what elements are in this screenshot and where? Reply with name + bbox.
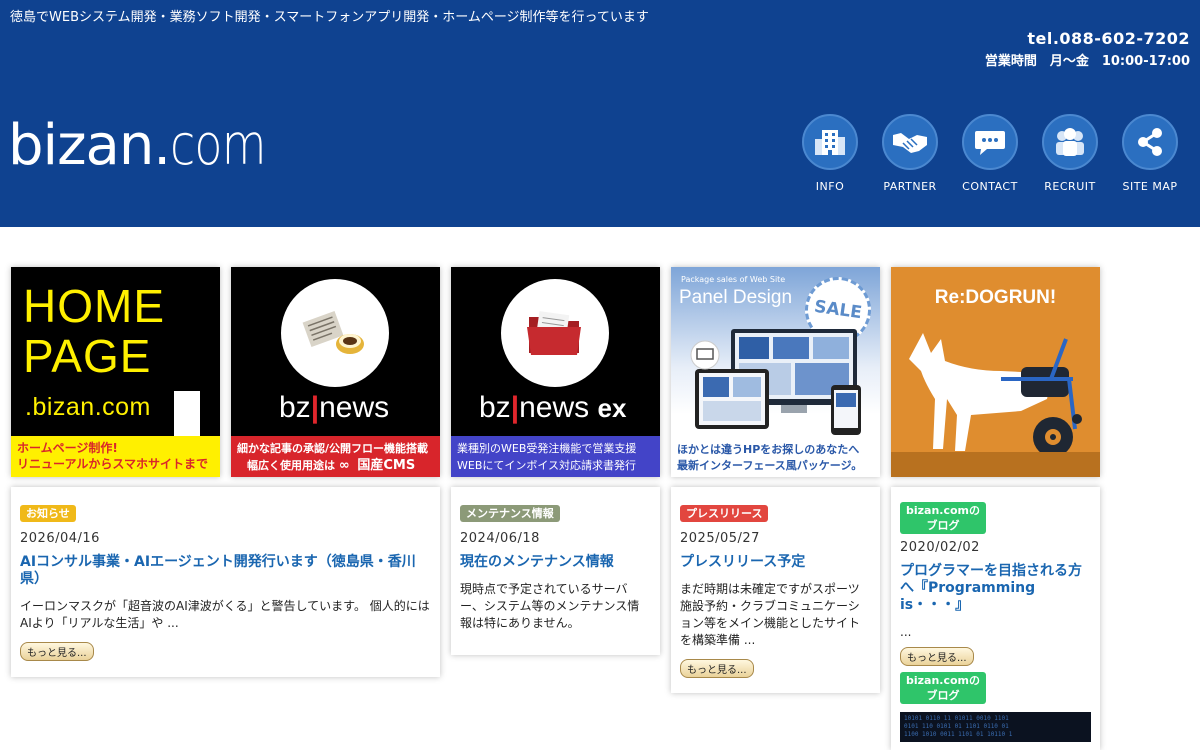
folder-icon	[501, 279, 609, 387]
dog-wheelchair-illustration	[909, 333, 1082, 457]
category-badge-next-line1: bizan.comの	[906, 674, 981, 687]
nav-partner[interactable]: PARTNER	[870, 114, 950, 193]
share-icon	[1122, 114, 1178, 170]
logo-main: bizan.	[8, 113, 171, 178]
svg-text:10101 0110 11 01011 0010 1101: 10101 0110 11 01011 0010 1101	[904, 715, 1009, 722]
people-icon	[1042, 114, 1098, 170]
post-date: 2026/04/16	[20, 531, 100, 546]
category-badge-next[interactable]: bizan.comの ブログ	[900, 672, 987, 704]
banner-homepage-line2: PAGE	[23, 330, 152, 382]
nav-recruit[interactable]: RECRUIT	[1030, 114, 1110, 193]
bznews-logo: bz|news	[279, 391, 390, 424]
category-badge[interactable]: bizan.comの ブログ	[900, 502, 987, 534]
banner-homepage-caption-1: ホームページ制作!	[17, 441, 118, 455]
nav-sitemap-label: SITE MAP	[1122, 180, 1178, 193]
news-card-maintenance: メンテナンス情報 2024/06/18 現在のメンテナンス情報 現時点で予定され…	[451, 487, 660, 655]
banner-panel-design-caption: ほかとは違うHPをお探しのあなたへ 最新インターフェース風パッケージ。	[671, 439, 880, 477]
news-card-press: プレスリリース 2025/05/27 プレスリリース予定 まだ時期は未確定ですが…	[671, 487, 880, 693]
nav-recruit-label: RECRUIT	[1044, 180, 1096, 193]
building-icon	[802, 114, 858, 170]
category-badge-line1: bizan.comの	[906, 504, 981, 517]
banner-bznews-ex-caption-2: WEBにてインボイス対応請求書発行	[457, 459, 637, 472]
sale-badge-label: SALE	[812, 296, 864, 324]
nav-contact-label: CONTACT	[962, 180, 1018, 193]
nav-info[interactable]: INFO	[790, 114, 870, 193]
blog-thumbnail[interactable]: 10101 0110 11 01011 0010 1101 0101 110 0…	[900, 712, 1091, 742]
panel-design-subtitle: Package sales of Web Site	[681, 275, 786, 284]
bznews-logo-b: news	[319, 391, 390, 424]
category-badge[interactable]: メンテナンス情報	[460, 505, 560, 522]
read-more-button[interactable]: もっと見る...	[900, 647, 974, 666]
news-card-notice: お知らせ 2026/04/16 AIコンサル事業・AIエージェント開発行います（…	[11, 487, 440, 677]
banner-homepage-decor	[174, 391, 200, 436]
post-title-link[interactable]: 現在のメンテナンス情報	[460, 554, 651, 571]
banner-homepage[interactable]: HOME PAGE .bizan.com ホームページ制作! リニューアルからス…	[11, 267, 220, 477]
banner-bznews[interactable]: bz|news 細かな記事の承認/公開フロー機能搭載 幅広く使用用途は ∞ 国産…	[231, 267, 440, 477]
handshake-icon	[882, 114, 938, 170]
svg-text:0101 110 0101 01 1101 0110 01: 0101 110 0101 01 1101 0110 01	[904, 723, 1009, 730]
banner-bznews-ex-caption-1: 業種別のWEB受発注機能で営業支援	[457, 442, 637, 455]
post-date: 2024/06/18	[460, 531, 540, 546]
banner-panel-design[interactable]: Package sales of Web Site Panel Design S…	[671, 267, 880, 477]
post-title-link[interactable]: AIコンサル事業・AIエージェント開発行います（徳島県・香川県）	[20, 554, 431, 588]
bznews-ex-logo-b: news	[519, 391, 590, 424]
post-date: 2025/05/27	[680, 531, 760, 546]
newspaper-icon	[281, 279, 389, 387]
post-excerpt: イーロンマスクが「超音波のAI津波がくる」と警告しています。 個人的にはAIより…	[20, 599, 430, 630]
phone-number[interactable]: tel.088-602-7202	[1027, 29, 1190, 48]
bznews-logo-a: bz	[279, 391, 311, 424]
banner-bznews-caption-2a: 幅広く使用用途は	[247, 459, 335, 472]
bznews-ex-logo: bz|news ex	[479, 391, 627, 424]
bznews-ex-logo-c: ex	[597, 393, 627, 423]
read-more-button[interactable]: もっと見る...	[680, 659, 754, 678]
banner-bznews-caption-2c: 国産CMS	[357, 458, 416, 473]
logo-suffix: com	[170, 113, 266, 178]
banner-redogrun[interactable]: Re:DOGRUN!	[891, 267, 1100, 477]
nav-partner-label: PARTNER	[883, 180, 937, 193]
banner-bznews-caption: 細かな記事の承認/公開フロー機能搭載 幅広く使用用途は ∞ 国産CMS	[231, 436, 440, 477]
banner-homepage-brand: .bizan.com	[25, 393, 151, 421]
read-more-button[interactable]: もっと見る...	[20, 642, 94, 661]
svg-text:1100 1010 0011 1101 01 10110 1: 1100 1010 0011 1101 01 10110 1	[904, 731, 1013, 738]
banner-homepage-caption: ホームページ制作! リニューアルからスマホサイトまで	[11, 436, 220, 477]
site-header: 徳島でWEBシステム開発・業務ソフト開発・スマートフォンアプリ開発・ホームページ…	[0, 0, 1200, 227]
banner-panel-design-caption-1: ほかとは違うHPをお探しのあなたへ	[677, 443, 860, 456]
post-excerpt: ...	[900, 625, 912, 639]
category-badge[interactable]: お知らせ	[20, 505, 76, 522]
device-mockup-illustration	[690, 329, 861, 435]
news-card-blog: bizan.comの ブログ 2020/02/02 プログラマーを目指される方へ…	[891, 487, 1100, 750]
post-excerpt: まだ時期は未確定ですがスポーツ施設予約・クラブコミュニケーション等をメイン機能と…	[680, 582, 861, 647]
nav-info-label: INFO	[815, 180, 845, 193]
nav-contact[interactable]: CONTACT	[950, 114, 1030, 193]
redogrun-title: Re:DOGRUN!	[934, 287, 1057, 308]
banner-homepage-heading: HOME PAGE	[23, 281, 165, 381]
banner-panel-design-caption-2: 最新インターフェース風パッケージ。	[677, 459, 863, 472]
category-badge-next-line2: ブログ	[926, 689, 960, 702]
category-badge[interactable]: プレスリリース	[680, 505, 769, 522]
business-hours: 営業時間 月～金 10:00-17:00	[984, 54, 1190, 69]
banner-bznews-ex[interactable]: bz|news ex 業種別のWEB受発注機能で営業支援 WEBにてインボイス対…	[451, 267, 660, 477]
redogrun-ground	[891, 452, 1100, 477]
post-title-link[interactable]: プログラマーを目指される方へ『Programming is・・・』	[900, 563, 1091, 614]
post-excerpt: 現時点で予定されているサーバー、システム等のメンテナンス情報は特にありません。	[460, 582, 640, 630]
banner-homepage-caption-2: リニューアルからスマホサイトまで	[17, 457, 209, 471]
post-title-link[interactable]: プレスリリース予定	[680, 554, 871, 571]
banner-bznews-caption-2b: ∞	[338, 458, 350, 473]
banner-bznews-ex-caption: 業種別のWEB受発注機能で営業支援 WEBにてインボイス対応請求書発行	[451, 436, 660, 477]
category-badge-line2: ブログ	[926, 519, 960, 532]
chat-bubble-icon	[962, 114, 1018, 170]
bznews-ex-logo-a: bz	[479, 391, 511, 424]
panel-design-title: Panel Design	[679, 287, 793, 308]
nav-sitemap[interactable]: SITE MAP	[1110, 114, 1190, 193]
site-logo[interactable]: bizan.com	[8, 110, 287, 182]
site-tagline: 徳島でWEBシステム開発・業務ソフト開発・スマートフォンアプリ開発・ホームページ…	[10, 10, 649, 25]
banner-bznews-caption-1: 細かな記事の承認/公開フロー機能搭載	[237, 442, 429, 455]
post-date: 2020/02/02	[900, 540, 980, 555]
banner-homepage-line1: HOME	[23, 280, 165, 332]
